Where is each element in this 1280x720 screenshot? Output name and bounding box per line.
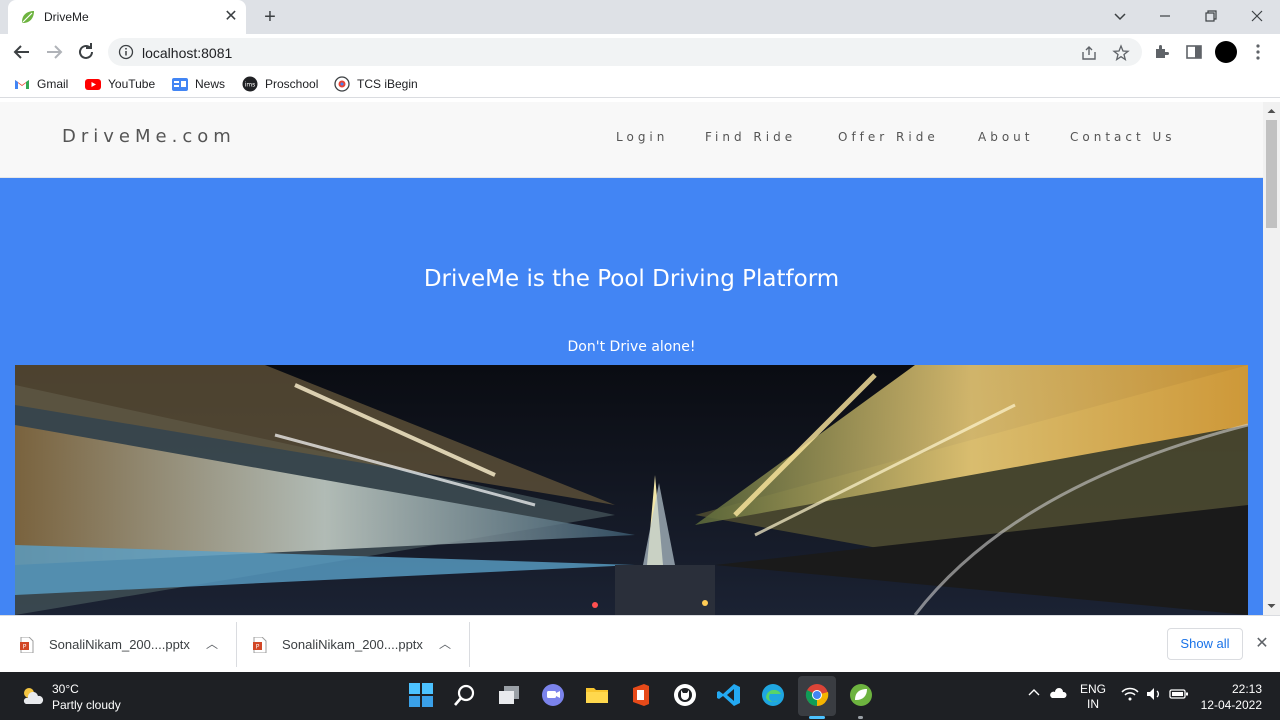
- partly-cloudy-icon[interactable]: [20, 685, 44, 707]
- profile-avatar[interactable]: [1215, 41, 1237, 63]
- address-bar[interactable]: localhost:8081: [108, 38, 1142, 66]
- tcs-ibegin-icon: [334, 76, 350, 92]
- download-filename: SonaliNikam_200....pptx: [49, 637, 190, 652]
- close-shelf-icon[interactable]: ✕: [1253, 635, 1271, 653]
- battery-icon[interactable]: [1169, 686, 1189, 702]
- weather-description: Partly cloudy: [52, 698, 121, 712]
- clock-time[interactable]: 22:13: [1222, 682, 1262, 696]
- search-icon[interactable]: [452, 682, 478, 708]
- bookmark-label: Gmail: [37, 77, 69, 91]
- google-news-icon: [172, 78, 188, 91]
- extensions-icon[interactable]: [1152, 42, 1172, 62]
- language-code: ENG: [1080, 682, 1107, 696]
- hero-night-traffic-image: [15, 365, 1248, 615]
- weather-temperature: 30°C: [52, 682, 79, 696]
- bookmark-label: YouTube: [108, 77, 156, 91]
- show-all-downloads-button[interactable]: Show all: [1167, 628, 1243, 660]
- scrollbar-thumb[interactable]: [1266, 120, 1277, 228]
- edge-icon[interactable]: [760, 682, 786, 708]
- show-hidden-icons-chevron-icon[interactable]: [1027, 686, 1041, 700]
- share-icon[interactable]: [1080, 44, 1098, 62]
- github-icon[interactable]: [672, 682, 698, 708]
- side-panel-icon[interactable]: [1184, 42, 1204, 62]
- windows-taskbar: 30°C Partly cloudy ENG IN 22:13 12-04-20…: [0, 672, 1280, 720]
- svg-text:ims: ims: [245, 82, 256, 89]
- powerpoint-file-icon: P: [20, 637, 34, 653]
- svg-text:P: P: [23, 644, 27, 651]
- bookmark-label: News: [195, 77, 226, 91]
- windows-start-icon[interactable]: [408, 682, 434, 708]
- minimize-icon[interactable]: [1153, 5, 1177, 27]
- site-brand[interactable]: DriveMe.com: [62, 126, 236, 147]
- back-icon[interactable]: [10, 40, 34, 64]
- download-filename: SonaliNikam_200....pptx: [282, 637, 423, 652]
- hero-subtitle: Don't Drive alone!: [567, 339, 696, 355]
- task-view-icon[interactable]: [496, 682, 522, 708]
- spring-leaf-icon: [22, 11, 34, 23]
- vscode-icon[interactable]: [716, 682, 742, 708]
- hero-section: DriveMe is the Pool Driving Platform Don…: [0, 178, 1263, 615]
- download-item[interactable]: P SonaliNikam_200....pptx ︿: [0, 616, 236, 673]
- address-text: localhost:8081: [142, 45, 233, 61]
- bookmark-label: TCS iBegin: [357, 77, 418, 91]
- chevron-up-icon[interactable]: ︿: [203, 635, 221, 653]
- site-info-icon[interactable]: [118, 44, 134, 60]
- nav-find-ride[interactable]: Find Ride: [705, 130, 796, 144]
- language-indicator[interactable]: ENG IN: [1080, 682, 1106, 712]
- nav-about[interactable]: About: [978, 130, 1033, 144]
- chevron-up-icon[interactable]: ︿: [436, 635, 454, 653]
- restore-icon[interactable]: [1199, 5, 1223, 27]
- bookmark-gmail[interactable]: Gmail: [14, 75, 74, 93]
- office-icon[interactable]: [628, 682, 654, 708]
- forward-icon[interactable]: [42, 40, 66, 64]
- tab-title: DriveMe: [44, 10, 89, 24]
- chrome-icon[interactable]: [804, 682, 830, 708]
- scroll-up-icon[interactable]: [1263, 104, 1280, 118]
- browser-tab-strip: DriveMe ✕ +: [0, 0, 1280, 34]
- bookmarks-bar: Gmail YouTube News ims Proschool TCS iBe…: [0, 70, 1280, 98]
- download-shelf: P SonaliNikam_200....pptx ︿ P SonaliNika…: [0, 615, 1280, 672]
- spring-running-indicator: [858, 716, 863, 719]
- new-tab-button[interactable]: +: [259, 6, 281, 28]
- download-divider: [469, 622, 470, 667]
- bookmark-tcs-ibegin[interactable]: TCS iBegin: [334, 75, 420, 93]
- menu-kebab-icon[interactable]: [1248, 42, 1268, 62]
- tab-driveme[interactable]: DriveMe ✕: [8, 0, 246, 34]
- powerpoint-file-icon: P: [253, 637, 267, 653]
- nav-offer-ride[interactable]: Offer Ride: [838, 130, 939, 144]
- youtube-icon: [85, 79, 101, 90]
- browser-toolbar: localhost:8081: [0, 34, 1280, 70]
- bookmark-label: Proschool: [265, 77, 319, 91]
- site-navbar: DriveMe.com Login Find Ride Offer Ride A…: [0, 102, 1263, 178]
- file-explorer-icon[interactable]: [584, 682, 610, 708]
- scroll-down-icon[interactable]: [1263, 599, 1280, 613]
- bookmark-star-icon[interactable]: [1112, 44, 1130, 62]
- volume-icon[interactable]: [1145, 686, 1163, 702]
- region-code: IN: [1087, 697, 1099, 711]
- tab-search-icon[interactable]: [1108, 5, 1132, 27]
- wifi-icon[interactable]: [1121, 686, 1139, 702]
- nav-contact-us[interactable]: Contact Us: [1070, 130, 1176, 144]
- close-window-icon[interactable]: [1245, 5, 1269, 27]
- page-viewport: DriveMe.com Login Find Ride Offer Ride A…: [0, 102, 1280, 615]
- teams-chat-icon[interactable]: [540, 682, 566, 708]
- clock-date[interactable]: 12-04-2022: [1192, 698, 1262, 712]
- page-scrollbar[interactable]: [1263, 102, 1280, 615]
- reload-icon[interactable]: [74, 40, 98, 64]
- onedrive-cloud-icon[interactable]: [1049, 686, 1067, 700]
- bookmark-proschool[interactable]: ims Proschool: [242, 75, 322, 93]
- nav-login[interactable]: Login: [616, 130, 668, 144]
- tab-close-icon[interactable]: ✕: [222, 8, 240, 26]
- spring-tool-suite-icon[interactable]: [848, 682, 874, 708]
- bookmark-news[interactable]: News: [172, 75, 232, 93]
- bookmark-youtube[interactable]: YouTube: [85, 75, 160, 93]
- download-item[interactable]: P SonaliNikam_200....pptx ︿: [233, 616, 469, 673]
- hero-title: DriveMe is the Pool Driving Platform: [423, 266, 840, 292]
- chrome-active-indicator: [809, 716, 825, 719]
- svg-text:P: P: [256, 644, 260, 651]
- gmail-icon: [15, 80, 29, 89]
- proschool-icon: ims: [242, 76, 258, 92]
